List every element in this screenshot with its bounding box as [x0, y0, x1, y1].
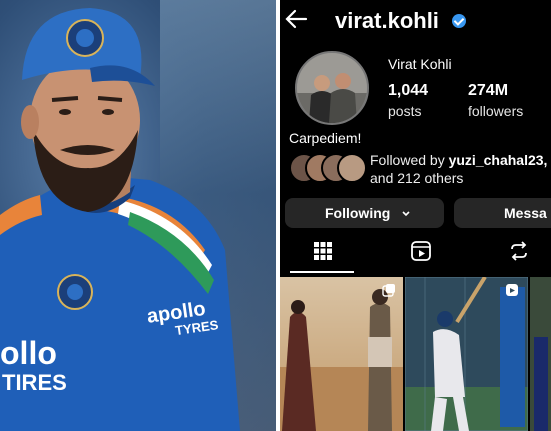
display-name: Virat Kohli — [388, 56, 452, 72]
followers-count[interactable]: 274M — [468, 82, 508, 100]
active-tab-underline — [290, 271, 354, 273]
reels-icon — [411, 241, 431, 261]
posts-count[interactable]: 1,044 — [388, 82, 428, 100]
message-label: Messa — [504, 205, 547, 221]
followed-by-avatars[interactable] — [289, 153, 367, 183]
chest-sponsor-line-2: TIRES — [2, 370, 67, 395]
post-photo-partial — [530, 277, 551, 431]
profile-username: virat.kohli — [335, 8, 439, 33]
posts-label[interactable]: posts — [388, 103, 421, 119]
player-photo: apollo TYRES ollo TIRES — [0, 0, 276, 431]
chevron-down-icon — [401, 199, 411, 229]
followed-by-suffix: and 212 others — [370, 170, 464, 186]
message-button[interactable]: Messa — [454, 198, 551, 228]
chest-sponsor-line-1: ollo — [0, 335, 57, 371]
posts-grid — [280, 277, 551, 431]
avatar-photo — [297, 53, 367, 123]
tab-posts-grid[interactable] — [292, 236, 352, 272]
post-thumbnail[interactable] — [530, 277, 551, 431]
verified-badge-icon — [452, 14, 466, 28]
followers-label[interactable]: followers — [468, 103, 523, 119]
mutual-avatar — [337, 153, 367, 183]
back-arrow-icon[interactable] — [284, 6, 310, 37]
tab-reels[interactable] — [390, 236, 450, 272]
reel-icon — [505, 283, 519, 302]
followed-by-user[interactable]: yuzi_chahal23, — [449, 152, 548, 168]
profile-bio: Carpediem! — [289, 130, 362, 146]
followed-by-prefix: Followed by — [370, 152, 445, 168]
followed-by-text[interactable]: Followed by yuzi_chahal23, and 212 other… — [370, 151, 547, 187]
post-thumbnail[interactable] — [280, 277, 403, 431]
profile-tabs — [280, 236, 551, 274]
instagram-profile-panel: virat.kohli Virat Kohli 1,044 posts 274M… — [280, 0, 551, 431]
jersey-sponsor-chest: ollo TIRES — [0, 335, 67, 398]
following-button[interactable]: Following — [285, 198, 444, 228]
tab-reposts[interactable] — [488, 236, 548, 272]
top-bar: virat.kohli — [280, 4, 551, 34]
following-label: Following — [325, 205, 391, 221]
reposts-icon — [511, 241, 527, 261]
post-thumbnail[interactable] — [405, 277, 528, 431]
profile-avatar[interactable] — [295, 51, 369, 125]
grid-icon — [314, 242, 332, 260]
multi-photo-icon — [382, 283, 396, 302]
